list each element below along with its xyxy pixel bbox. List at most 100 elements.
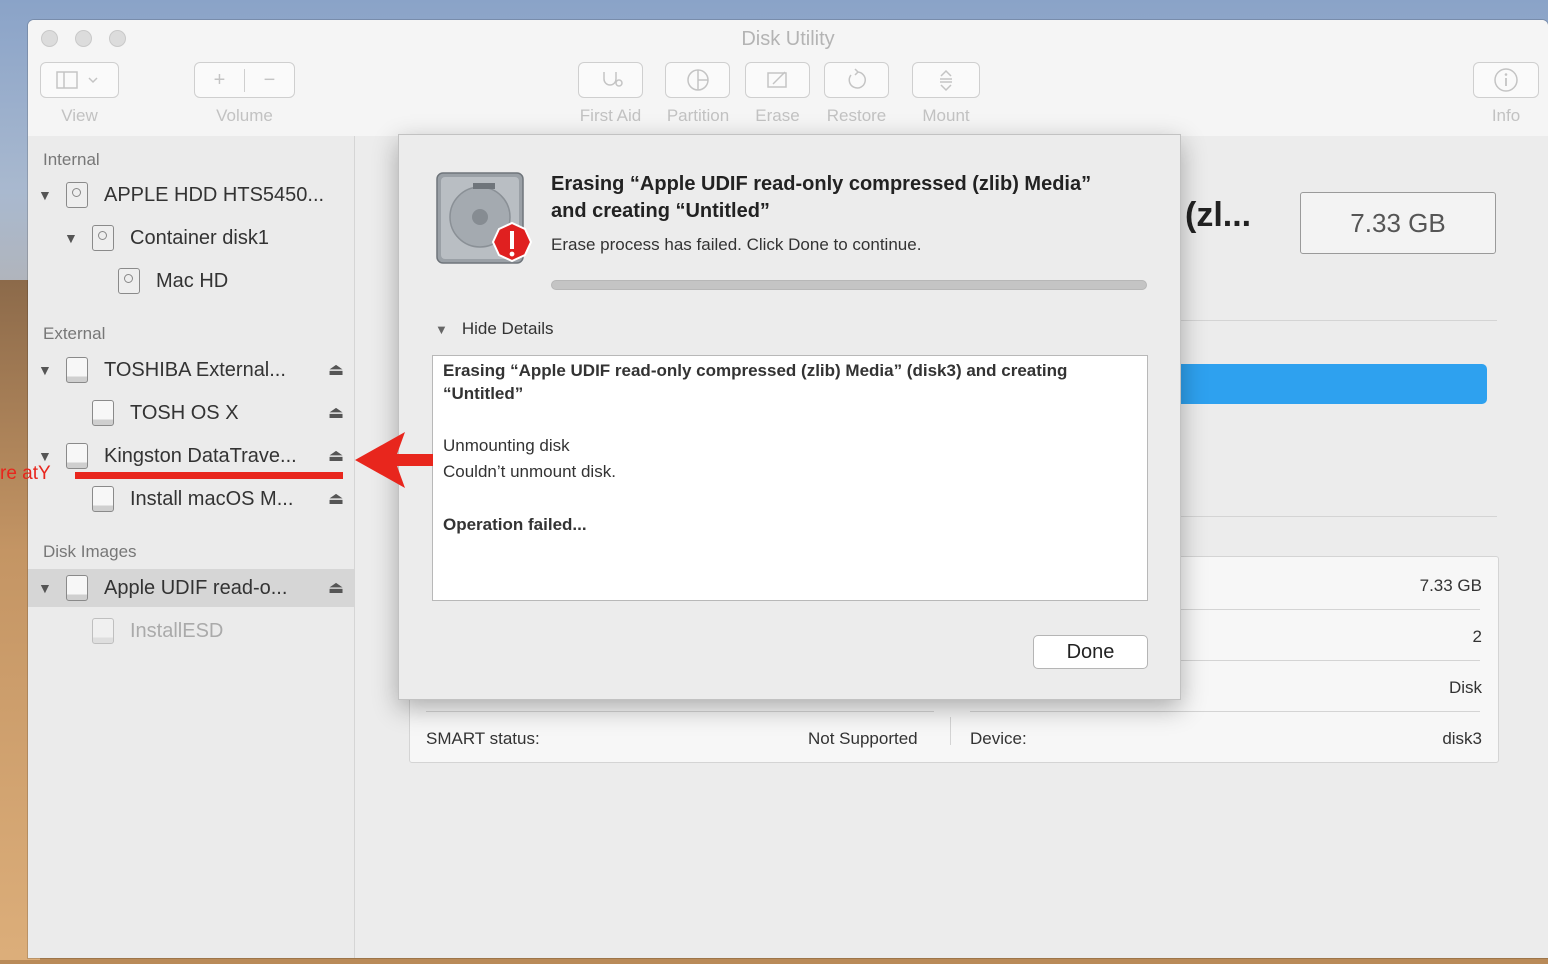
internal-disk-icon [92, 225, 114, 251]
sidebar: Internal ▼ APPLE HDD HTS5450... ▼ Contai… [28, 136, 355, 958]
dialog-message: Erase process has failed. Click Done to … [551, 235, 922, 254]
sidebar-item-install-macos[interactable]: Install macOS M... ⏏ [28, 480, 354, 518]
sidebar-item-tosh-os-x[interactable]: TOSH OS X ⏏ [28, 394, 354, 432]
log-line: Erasing “Apple UDIF read-only compressed… [443, 361, 1068, 403]
capacity-box: 7.33 GB [1300, 192, 1496, 254]
disclosure-triangle-icon[interactable]: ▼ [38, 580, 52, 596]
restore-arrow-icon [848, 68, 866, 89]
add-icon[interactable]: + [195, 68, 245, 92]
remove-icon[interactable]: − [245, 69, 294, 92]
toolbar: Disk Utility View + − Volume First Aid P… [28, 20, 1548, 137]
annotation-underline [75, 472, 343, 479]
sidebar-item-installesd[interactable]: InstallESD [28, 612, 354, 650]
divider [426, 711, 934, 712]
view-label: View [61, 106, 98, 125]
log-line: Unmounting disk [443, 436, 570, 455]
eject-icon[interactable]: ⏏ [328, 489, 344, 509]
annotation-arrow-icon [355, 432, 433, 488]
eject-icon[interactable]: ⏏ [328, 360, 344, 380]
erase-button[interactable] [745, 62, 810, 98]
info-value-capacity: 7.33 GB [1419, 576, 1482, 595]
hide-details-label: Hide Details [461, 319, 554, 338]
info-value-count: 2 [1472, 627, 1482, 646]
log-line: Couldn’t unmount disk. [443, 462, 616, 481]
sidebar-item-label: TOSH OS X [130, 401, 239, 424]
info-icon [1494, 68, 1518, 92]
stethoscope-icon [602, 72, 623, 87]
divider [970, 711, 1480, 712]
section-internal: Internal [43, 150, 100, 169]
sidebar-item-label: Apple UDIF read-o... [104, 576, 288, 599]
erase-dialog: Erasing “Apple UDIF read-only compressed… [398, 134, 1181, 700]
divider [1175, 516, 1497, 517]
external-disk-icon [92, 618, 114, 644]
usage-bar [1175, 364, 1487, 404]
volume-button[interactable]: + − [194, 62, 295, 98]
restore-button[interactable] [824, 62, 889, 98]
device-value: disk3 [1442, 729, 1482, 748]
window-title: Disk Utility [741, 28, 835, 50]
sidebar-item-label: Kingston DataTrave... [104, 444, 297, 467]
dialog-title: Erasing “Apple UDIF read-only compressed… [551, 173, 1092, 222]
sidebar-item-toshiba[interactable]: ▼ TOSHIBA External... ⏏ [28, 351, 354, 389]
disclosure-triangle-icon[interactable]: ▼ [38, 362, 52, 378]
disclosure-triangle-icon[interactable]: ▼ [38, 448, 52, 464]
sidebar-toggle-icon [55, 71, 98, 89]
volume-label: Volume [216, 106, 273, 125]
partition-label: Partition [666, 106, 730, 125]
external-disk-icon [92, 486, 114, 512]
erase-disk-icon [766, 71, 787, 88]
section-external: External [43, 324, 106, 343]
done-button[interactable]: Done [1033, 635, 1148, 669]
info-label: Info [1491, 106, 1521, 125]
mount-icon [940, 69, 952, 92]
mount-label: Mount [922, 106, 970, 125]
sidebar-item-label: APPLE HDD HTS5450... [104, 183, 325, 206]
internal-disk-icon [118, 268, 140, 294]
eject-icon[interactable]: ⏏ [328, 403, 344, 423]
internal-disk-icon [66, 182, 88, 208]
device-label: Device: [970, 729, 1027, 748]
details-log[interactable]: Erasing “Apple UDIF read-only compressed… [432, 355, 1148, 601]
disclosure-triangle-icon[interactable]: ▼ [38, 187, 52, 203]
external-disk-icon [66, 575, 88, 601]
sidebar-item-apple-hdd[interactable]: ▼ APPLE HDD HTS5450... [28, 176, 354, 214]
first-aid-button[interactable] [578, 62, 643, 98]
sidebar-item-label: Install macOS M... [130, 487, 294, 510]
section-disk-images: Disk Images [43, 542, 137, 561]
restore-label: Restore [826, 106, 887, 125]
sidebar-item-kingston[interactable]: ▼ Kingston DataTrave... ⏏ [28, 437, 354, 475]
external-disk-icon [92, 400, 114, 426]
annotation-text: re atY [0, 463, 51, 484]
sidebar-item-label: TOSHIBA External... [104, 358, 286, 381]
external-disk-icon [66, 357, 88, 383]
sidebar-item-container-disk1[interactable]: ▼ Container disk1 [28, 219, 354, 257]
info-value-type: Disk [1448, 678, 1482, 697]
first-aid-label: First Aid [579, 106, 642, 125]
pie-partition-icon [686, 69, 709, 91]
partition-button[interactable] [665, 62, 730, 98]
external-disk-icon [66, 443, 88, 469]
eject-icon[interactable]: ⏏ [328, 446, 344, 466]
view-button[interactable] [40, 62, 119, 98]
smart-status-value: Not Supported [808, 729, 918, 748]
sidebar-item-label: Container disk1 [130, 226, 269, 249]
sidebar-item-mac-hd[interactable]: Mac HD [28, 262, 354, 300]
hide-details-toggle[interactable]: ▼ Hide Details [435, 319, 554, 339]
disk-title: (zl... [1185, 196, 1252, 234]
hard-disk-error-icon [436, 172, 533, 264]
erase-label: Erase [755, 106, 800, 125]
progress-bar [551, 280, 1147, 290]
divider [1175, 320, 1497, 321]
sidebar-item-apple-udif[interactable]: ▼ Apple UDIF read-o... ⏏ [28, 569, 354, 607]
sidebar-item-label: InstallESD [130, 619, 224, 642]
smart-status-label: SMART status: [426, 729, 540, 748]
mount-button[interactable] [912, 62, 980, 98]
log-line: Operation failed... [443, 515, 587, 534]
eject-icon[interactable]: ⏏ [328, 578, 344, 598]
column-divider [950, 717, 951, 745]
disclosure-triangle-icon[interactable]: ▼ [64, 230, 78, 246]
info-button[interactable] [1473, 62, 1539, 98]
sidebar-item-label: Mac HD [156, 269, 229, 292]
disclosure-triangle-icon[interactable]: ▼ [435, 322, 448, 337]
